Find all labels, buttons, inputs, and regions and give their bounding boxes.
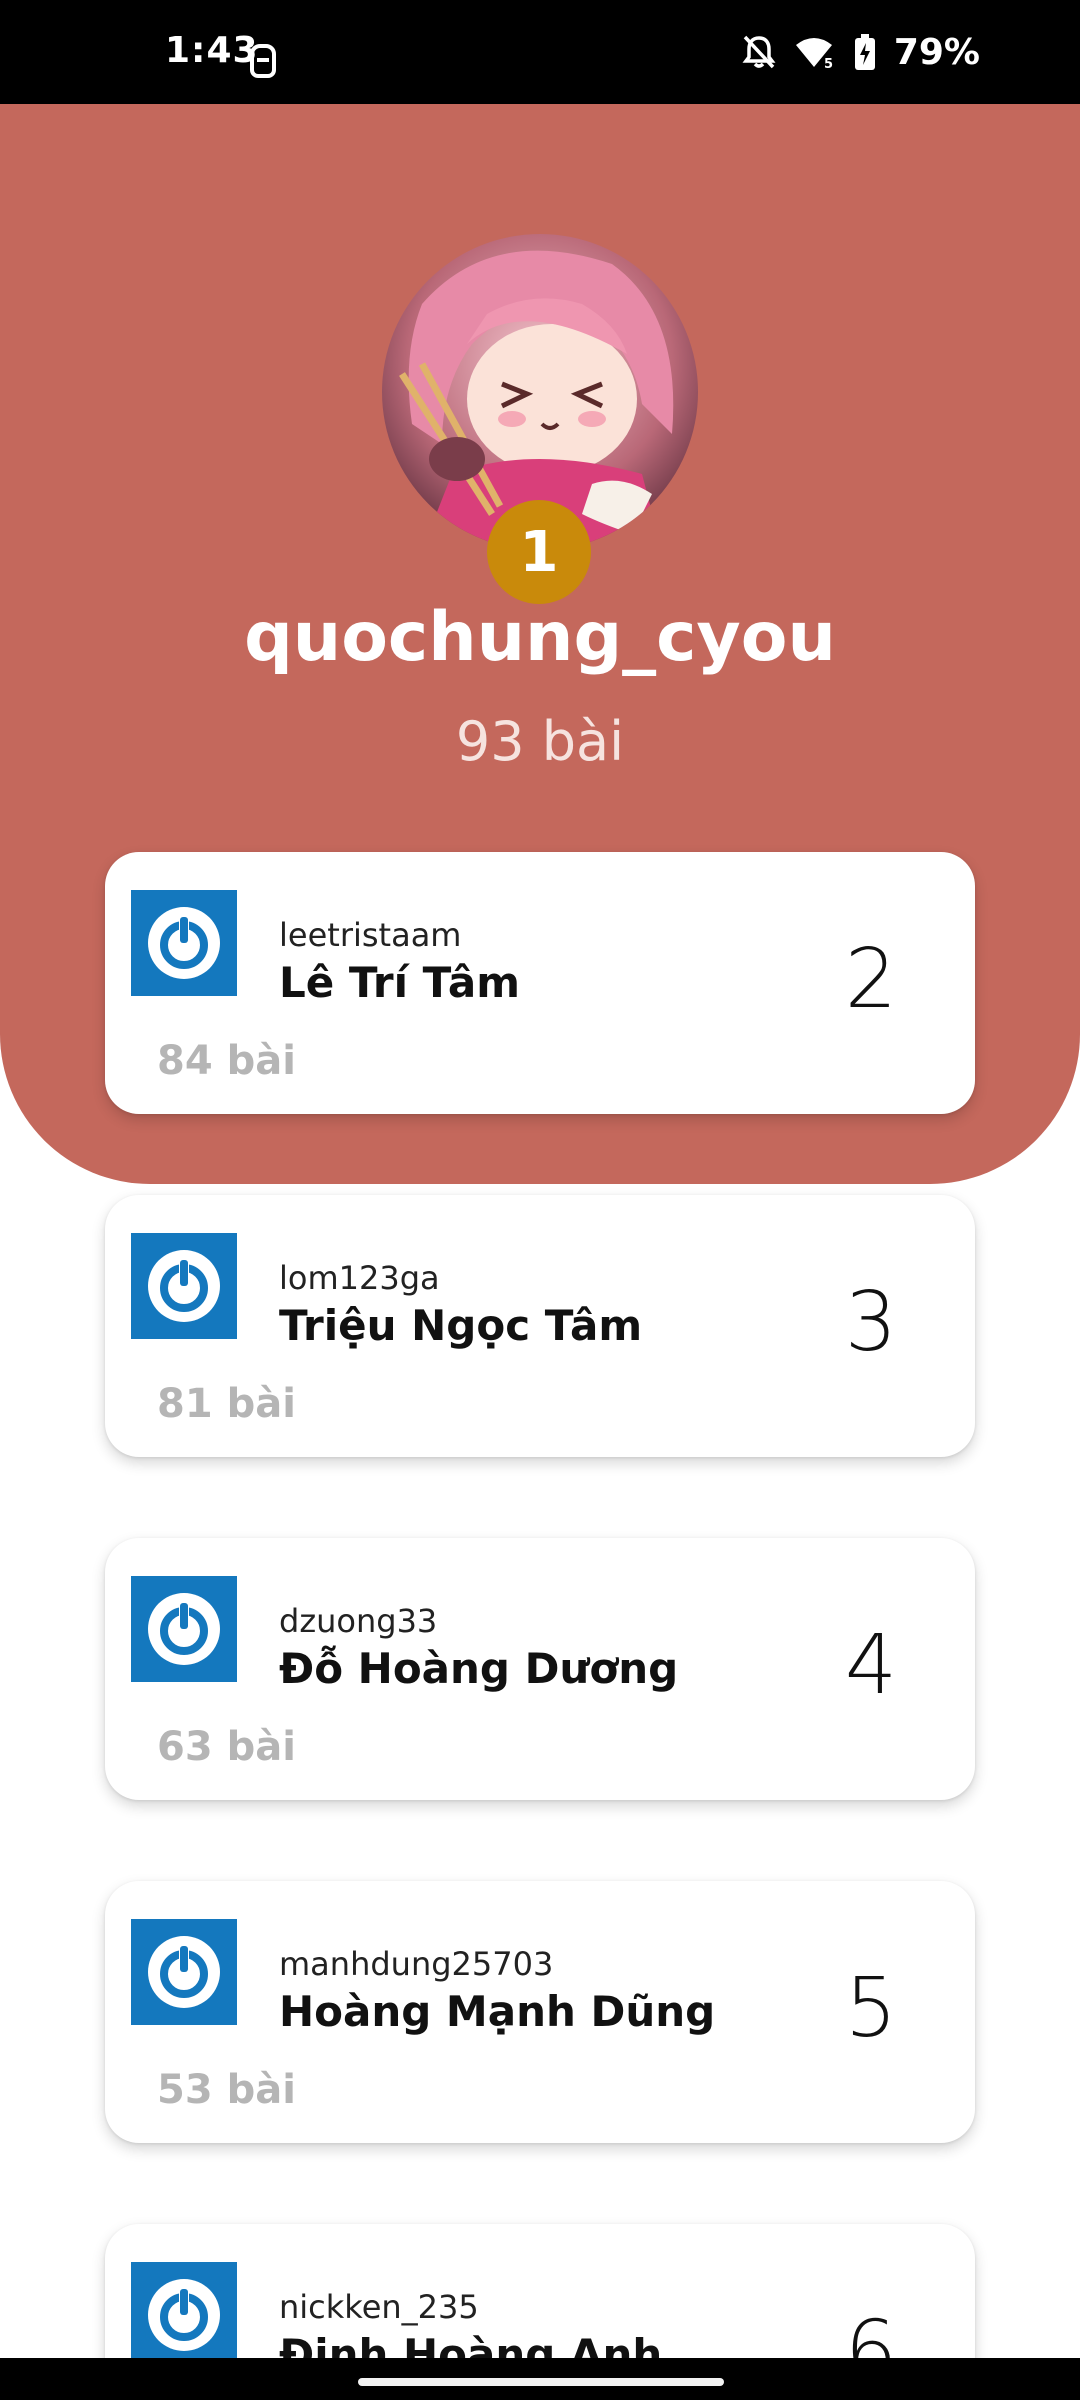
card-rank: 5: [844, 1961, 897, 2056]
card-post-count: 84 bài: [157, 1038, 296, 1084]
notification-app-icon: [250, 44, 276, 78]
top-user-username: quochung_cyou: [244, 598, 836, 677]
leaderboard-card[interactable]: dzuong33 Đỗ Hoàng Dương 63 bài 4: [105, 1538, 975, 1800]
power-icon: [131, 1576, 237, 1682]
card-username: lom123ga: [279, 1259, 440, 1297]
leaderboard-screen: 1:43 5 79% 1 quochung_cyou 93 bài leetri…: [0, 0, 1080, 2400]
battery-charging-icon: [854, 34, 876, 70]
card-username: manhdung25703: [279, 1945, 554, 1983]
card-rank: 3: [844, 1275, 897, 1370]
wifi-badge: 5: [824, 57, 833, 69]
status-icons: 5 79%: [742, 30, 980, 74]
bell-off-icon: [742, 34, 776, 70]
card-display-name: Đỗ Hoàng Dương: [279, 1644, 679, 1693]
status-time: 1:43: [165, 30, 259, 71]
card-post-count: 81 bài: [157, 1381, 296, 1427]
top-user-post-count: 93 bài: [455, 710, 625, 773]
card-post-count: 53 bài: [157, 2067, 296, 2113]
leaderboard-card[interactable]: lom123ga Triệu Ngọc Tâm 81 bài 3: [105, 1195, 975, 1457]
gesture-handle[interactable]: [358, 2378, 724, 2386]
battery-percentage: 79%: [893, 31, 980, 73]
card-display-name: Hoàng Mạnh Dũng: [279, 1987, 716, 2036]
top-rank-badge: 1: [487, 500, 591, 604]
card-post-count: 63 bài: [157, 1724, 296, 1770]
card-rank: 2: [844, 932, 897, 1027]
power-icon: [131, 890, 237, 996]
card-username: dzuong33: [279, 1602, 438, 1640]
power-icon: [131, 1919, 237, 2025]
card-display-name: Triệu Ngọc Tâm: [279, 1301, 643, 1350]
power-icon: [131, 2262, 237, 2368]
card-username: nickken_235: [279, 2288, 479, 2326]
card-rank: 4: [844, 1618, 897, 1713]
card-display-name: Lê Trí Tâm: [279, 958, 521, 1007]
leaderboard-card[interactable]: leetristaam Lê Trí Tâm 84 bài 2: [105, 852, 975, 1114]
navigation-bar: [0, 2358, 1080, 2400]
power-icon: [131, 1233, 237, 1339]
status-bar: 1:43 5 79%: [0, 0, 1080, 104]
leaderboard-card[interactable]: manhdung25703 Hoàng Mạnh Dũng 53 bài 5: [105, 1881, 975, 2143]
wifi-icon: 5: [794, 35, 836, 69]
card-username: leetristaam: [279, 916, 462, 954]
